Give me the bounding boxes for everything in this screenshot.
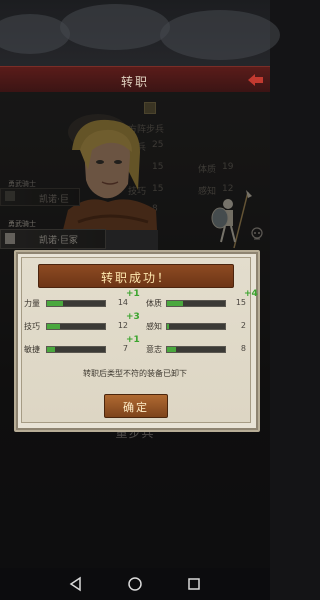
attr-bar (166, 346, 226, 353)
attr-bonus: +1 (126, 335, 140, 345)
attr-bonus: +4 (244, 289, 258, 299)
attr-bonus: +1 (126, 289, 140, 299)
circle-home-icon[interactable] (125, 574, 145, 594)
attr-bar-fill (167, 324, 170, 329)
attr-bar (166, 300, 226, 307)
attr-bar-fill (167, 301, 183, 306)
attr-bar (46, 346, 106, 353)
header-bar: 转职 (0, 66, 270, 94)
cloud (0, 14, 70, 54)
attr-value: 7 (122, 344, 128, 353)
notice-text: 转职后类型不符的装备已卸下 (83, 369, 187, 378)
sky-background (0, 0, 280, 70)
attr-bar-fill (47, 347, 55, 352)
dialog-title: 转职成功！ (100, 271, 171, 285)
attr-bar-fill (47, 324, 60, 329)
attr-bonus: +3 (126, 312, 140, 322)
cloud (160, 10, 280, 60)
attr-bar (46, 300, 106, 307)
page-title: 转职 (120, 75, 149, 89)
cloud (60, 4, 170, 50)
attr-bar-fill (47, 301, 63, 306)
attr-value: 2 (240, 321, 246, 330)
attr-bar (46, 323, 106, 330)
attr-value: 8 (240, 344, 246, 353)
triangle-back-icon[interactable] (66, 574, 86, 594)
attr-label: 感知 (146, 322, 162, 331)
confirm-button[interactable]: 确定 (104, 394, 168, 418)
left-arrow-icon[interactable] (246, 73, 264, 87)
dialog-title-bar: 转职成功！ (38, 264, 234, 288)
attr-label: 体质 (146, 299, 162, 308)
attr-value: 15 (235, 298, 246, 307)
attr-bar (166, 323, 226, 330)
confirm-button-label: 确定 (123, 401, 149, 414)
attr-value: 12 (117, 321, 128, 330)
attr-label: 意志 (146, 345, 162, 354)
attr-label: 力量 (24, 299, 40, 308)
square-recent-icon[interactable] (184, 574, 204, 594)
system-navbar (0, 568, 270, 600)
attr-label: 敏捷 (24, 345, 40, 354)
attr-value: 14 (117, 298, 128, 307)
attr-bar-fill (167, 347, 176, 352)
attr-label: 技巧 (24, 322, 40, 331)
